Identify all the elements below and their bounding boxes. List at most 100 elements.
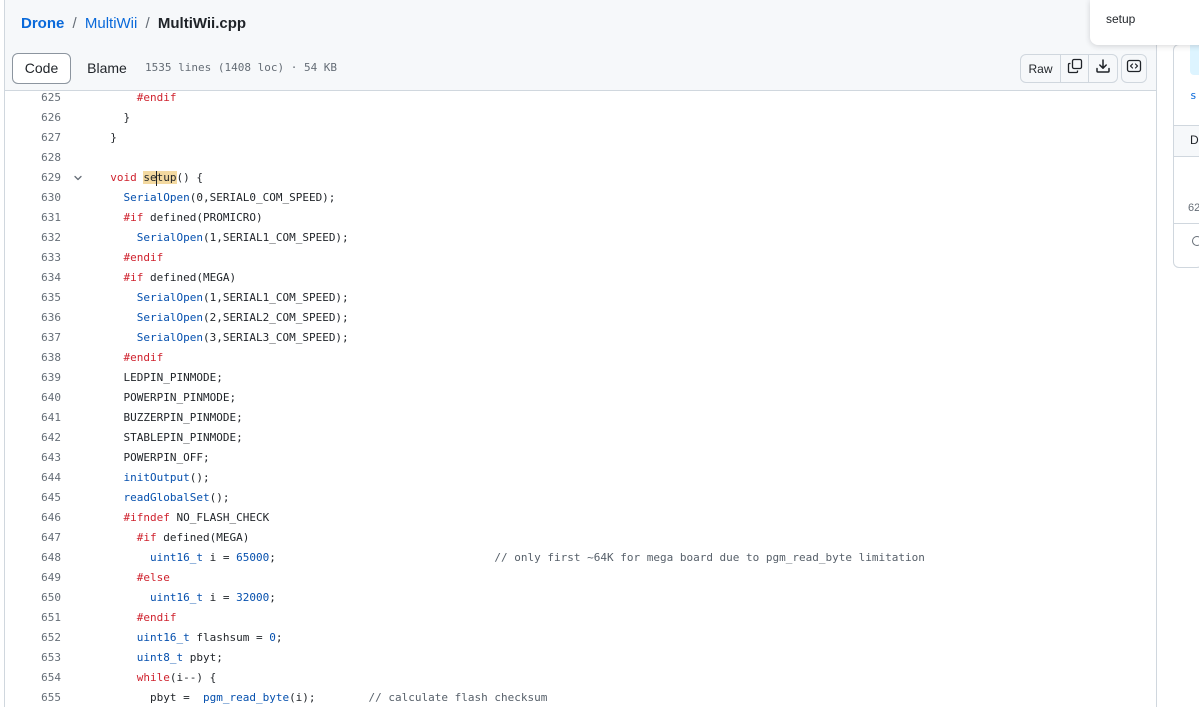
line-number[interactable]: 628 [5, 148, 61, 168]
code-text: #endif [123, 351, 164, 364]
code-text: #endif [136, 91, 177, 104]
breadcrumb-repo-link[interactable]: Drone [21, 15, 64, 32]
file-toolbar: Code Blame 1535 lines (1408 loc) · 54 KB… [5, 48, 1156, 91]
line-number[interactable]: 646 [5, 508, 61, 528]
code-text: initOutput(); [123, 471, 210, 484]
line-number[interactable]: 635 [5, 288, 61, 308]
code-text: #else [136, 571, 170, 584]
line-number[interactable]: 638 [5, 348, 61, 368]
code-line: 625 #endif [5, 88, 1156, 108]
file-view: Drone / MultiWii / MultiWii.cpp Code Bla… [4, 0, 1157, 707]
symbols-panel-button[interactable] [1121, 54, 1147, 83]
chevron-down-icon[interactable] [72, 168, 84, 188]
code-text: SerialOpen(1,SERIAL1_COM_SPEED); [136, 231, 349, 244]
breadcrumb: Drone / MultiWii / MultiWii.cpp [21, 15, 246, 32]
line-number[interactable]: 647 [5, 528, 61, 548]
line-number[interactable]: 643 [5, 448, 61, 468]
line-number[interactable]: 642 [5, 428, 61, 448]
file-actions-group: Raw [1020, 54, 1118, 83]
line-number[interactable]: 632 [5, 228, 61, 248]
line-number[interactable]: 653 [5, 648, 61, 668]
code-text: #if defined(PROMICRO) [123, 211, 263, 224]
code-line: 639 LEDPIN_PINMODE; [5, 368, 1156, 388]
line-number[interactable]: 634 [5, 268, 61, 288]
file-header: Drone / MultiWii / MultiWii.cpp [5, 0, 1156, 48]
breadcrumb-folder-link[interactable]: MultiWii [85, 15, 138, 32]
code-line: 640 POWERPIN_PINMODE; [5, 388, 1156, 408]
code-line: 648 uint16_t i = 65000; // only first ~6… [5, 548, 1156, 568]
copy-icon [1067, 58, 1083, 79]
text-cursor [156, 170, 158, 186]
download-raw-button[interactable] [1089, 55, 1117, 82]
code-line: 635 SerialOpen(1,SERIAL1_COM_SPEED); [5, 288, 1156, 308]
file-info: 1535 lines (1408 loc) · 54 KB [145, 61, 338, 74]
code-line: 655 pbyt = pgm_read_byte(i); // calculat… [5, 688, 1156, 707]
code-text: #if defined(MEGA) [136, 531, 250, 544]
line-number[interactable]: 626 [5, 108, 61, 128]
code-line: 650 uint16_t i = 32000; [5, 588, 1156, 608]
code-line: 643 POWERPIN_OFF; [5, 448, 1156, 468]
code-text: SerialOpen(2,SERIAL2_COM_SPEED); [136, 311, 349, 324]
code-line: 653 uint8_t pbyt; [5, 648, 1156, 668]
line-number[interactable]: 641 [5, 408, 61, 428]
line-number[interactable]: 627 [5, 128, 61, 148]
code-line: 644 initOutput(); [5, 468, 1156, 488]
line-number[interactable]: 631 [5, 208, 61, 228]
code-tab[interactable]: Code [12, 53, 71, 84]
code-text: } [97, 111, 131, 124]
code-text: #endif [136, 611, 177, 624]
code-text: STABLEPIN_PINMODE; [97, 431, 243, 444]
code-text: #if defined(MEGA) [123, 271, 237, 284]
line-number[interactable]: 645 [5, 488, 61, 508]
symbol-result-link[interactable]: s [1190, 89, 1197, 102]
line-number[interactable]: 625 [5, 88, 61, 108]
code-line: 637 SerialOpen(3,SERIAL3_COM_SPEED); [5, 328, 1156, 348]
view-mode-segmented-control: Code Blame [12, 53, 142, 84]
line-number[interactable]: 654 [5, 668, 61, 688]
code-text: LEDPIN_PINMODE; [97, 371, 223, 384]
line-number[interactable]: 630 [5, 188, 61, 208]
line-number[interactable]: 639 [5, 368, 61, 388]
code-line: 647 #if defined(MEGA) [5, 528, 1156, 548]
code-line: 629 void setup() { [5, 168, 1156, 188]
blame-tab[interactable]: Blame [74, 53, 140, 84]
code-line: 646 #ifndef NO_FLASH_CHECK [5, 508, 1156, 528]
code-line: 632 SerialOpen(1,SERIAL1_COM_SPEED); [5, 228, 1156, 248]
code-line: 636 SerialOpen(2,SERIAL2_COM_SPEED); [5, 308, 1156, 328]
line-number[interactable]: 649 [5, 568, 61, 588]
code-line: 638 #endif [5, 348, 1156, 368]
line-number[interactable]: 644 [5, 468, 61, 488]
code-text: readGlobalSet(); [123, 491, 230, 504]
code-line: 654 while(i--) { [5, 668, 1156, 688]
line-number[interactable]: 652 [5, 628, 61, 648]
panel-section-title: D [1190, 133, 1199, 147]
loading-spinner-icon [1192, 236, 1199, 246]
code-text: uint16_t i = 65000; // only first ~64K f… [149, 551, 925, 564]
line-number[interactable]: 650 [5, 588, 61, 608]
line-number[interactable]: 640 [5, 388, 61, 408]
download-icon [1095, 58, 1111, 79]
line-number[interactable]: 655 [5, 688, 61, 707]
line-number[interactable]: 648 [5, 548, 61, 568]
raw-button[interactable]: Raw [1021, 55, 1061, 82]
code-text: #ifndef NO_FLASH_CHECK [123, 511, 270, 524]
line-number[interactable]: 633 [5, 248, 61, 268]
reference-line-number[interactable]: 62 [1188, 202, 1199, 214]
code-text: pbyt = pgm_read_byte(i); // calculate fl… [97, 691, 548, 704]
code-line: 651 #endif [5, 608, 1156, 628]
code-line: 641 BUZZERPIN_PINMODE; [5, 408, 1156, 428]
line-number[interactable]: 629 [5, 168, 61, 188]
symbols-side-panel: s D 62 [1173, 44, 1199, 268]
code-line: 633 #endif [5, 248, 1156, 268]
line-number[interactable]: 651 [5, 608, 61, 628]
find-in-file-popover: setup [1090, 0, 1199, 45]
code-text: BUZZERPIN_PINMODE; [97, 411, 243, 424]
code-text: while(i--) { [136, 671, 217, 684]
line-number[interactable]: 637 [5, 328, 61, 348]
code-line: 626 } [5, 108, 1156, 128]
copy-raw-button[interactable] [1061, 55, 1089, 82]
line-number[interactable]: 636 [5, 308, 61, 328]
search-input[interactable]: setup [1106, 12, 1135, 26]
code-viewer[interactable]: 625 #endif 626 } 627 } 628 629 void setup() … [5, 88, 1156, 707]
code-text: uint8_t pbyt; [136, 651, 223, 664]
